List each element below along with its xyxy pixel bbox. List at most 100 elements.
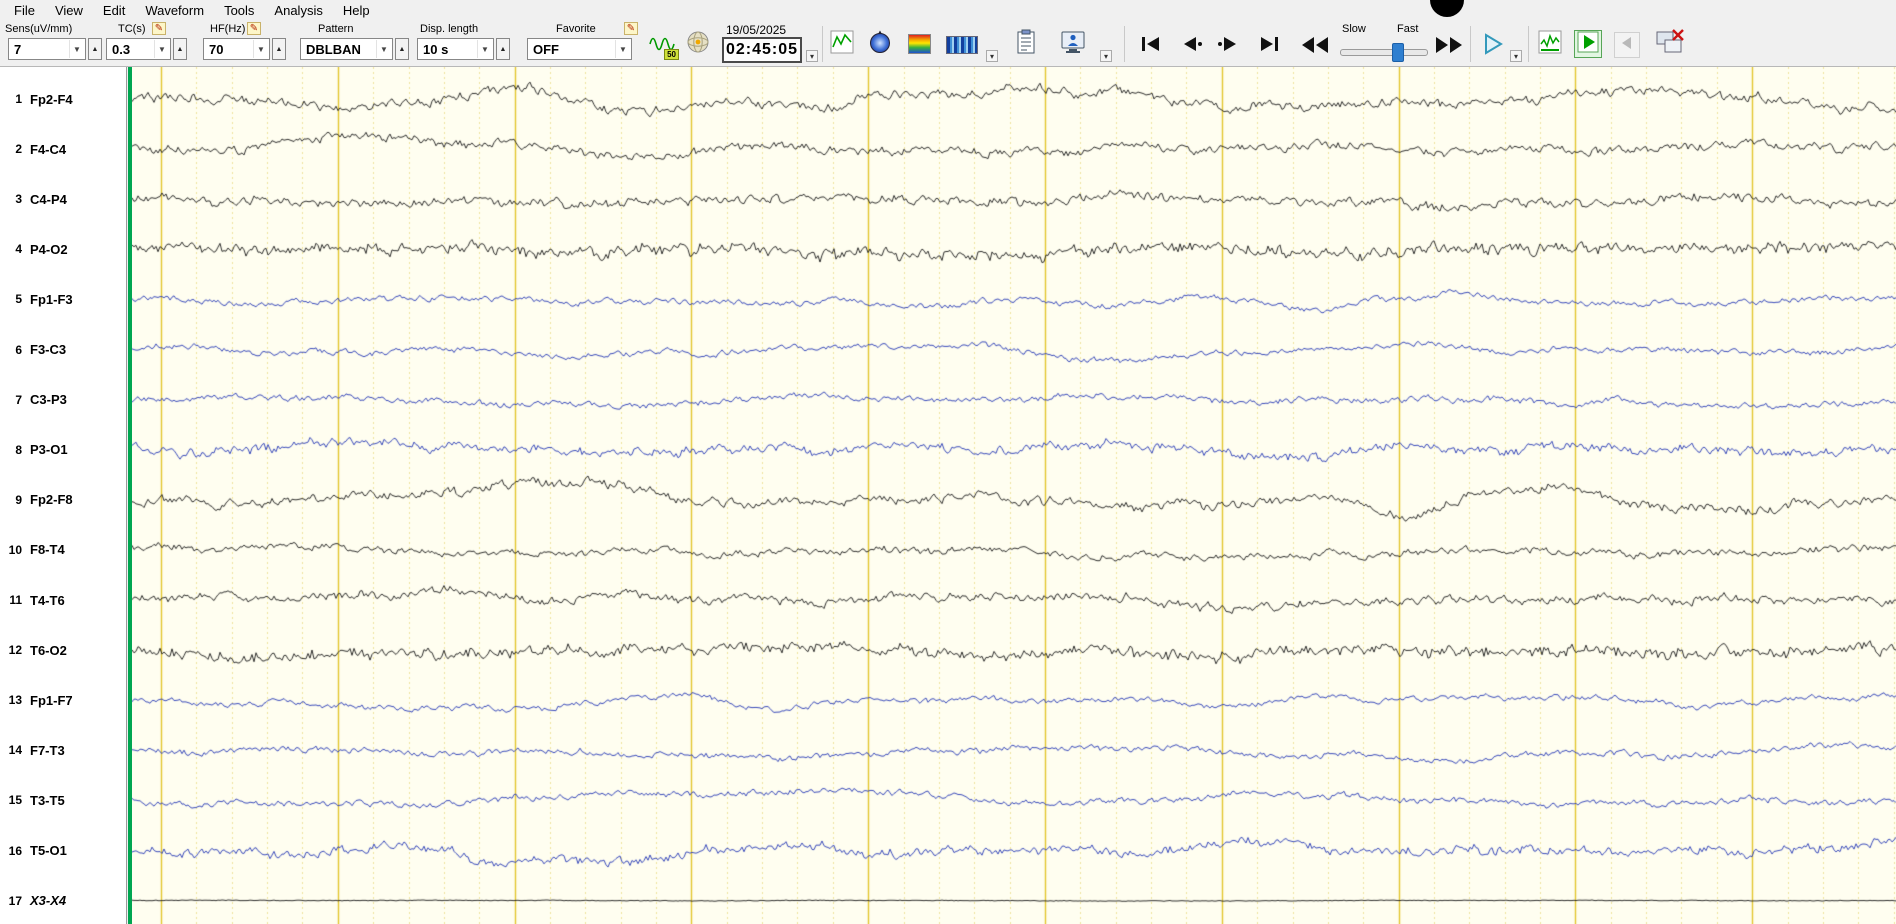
favorite-combobox[interactable]: OFF ▼ <box>527 38 632 60</box>
channel-row[interactable]: 6 F3-C3 <box>0 341 127 359</box>
dsa-bars-button[interactable] <box>944 33 980 57</box>
current-time: 02:45:05 <box>722 37 802 63</box>
channel-number: 9 <box>15 492 22 507</box>
channel-row[interactable]: 7 C3-P3 <box>0 391 127 409</box>
notch-frequency-badge: 50 <box>664 49 679 60</box>
photic-button[interactable] <box>684 30 712 58</box>
prev-disabled-icon <box>1618 34 1636 57</box>
speed-slider-track[interactable] <box>1340 49 1428 56</box>
channel-label: C4-P4 <box>30 191 67 207</box>
speed-fast-label: Fast <box>1397 23 1419 35</box>
chevron-down-icon[interactable]: ▼ <box>477 40 492 58</box>
pattern-label: Pattern <box>318 23 354 35</box>
chevron-down-icon[interactable]: ▼ <box>253 40 268 58</box>
page-forward-button[interactable] <box>1214 33 1242 59</box>
more-options-button[interactable]: ▾ <box>806 50 818 62</box>
hf-spinner-up[interactable]: ▲ <box>272 38 286 60</box>
skip-start-icon <box>1139 34 1163 59</box>
prev-event-button[interactable] <box>1614 32 1640 58</box>
channel-label: F3-C3 <box>30 342 67 357</box>
channel-label: T3-T5 <box>30 792 65 808</box>
channel-row[interactable]: 9 Fp2-F8 <box>0 491 127 509</box>
page-back-button[interactable] <box>1178 33 1206 59</box>
sens-combobox[interactable]: 7 ▼ <box>8 38 86 60</box>
menu-help[interactable]: Help <box>333 2 380 19</box>
play-button[interactable] <box>1478 32 1508 60</box>
dsa-bars-icon <box>946 36 978 54</box>
menu-tools[interactable]: Tools <box>214 2 264 19</box>
disp-length-combobox[interactable]: 10 s ▼ <box>417 38 494 60</box>
rewind-button[interactable] <box>1298 34 1332 60</box>
channel-number: 10 <box>8 542 22 557</box>
trend-chart-button[interactable] <box>828 30 856 58</box>
color-map-icon <box>907 34 931 54</box>
tc-combobox[interactable]: 0.3 ▼ <box>106 38 171 60</box>
menu-waveform[interactable]: Waveform <box>135 2 214 19</box>
channel-row[interactable]: 5 Fp1-F3 <box>0 290 127 308</box>
pattern-combobox[interactable]: DBLBAN ▼ <box>300 38 393 60</box>
channel-row[interactable]: 11 T4-T6 <box>0 591 127 609</box>
close-tool-button[interactable] <box>1652 28 1688 60</box>
channel-row[interactable]: 15 T3-T5 <box>0 791 127 809</box>
channel-number: 11 <box>9 593 22 607</box>
channel-row[interactable]: 1 Fp2-F4 <box>0 90 127 108</box>
chevron-down-icon[interactable]: ▼ <box>154 40 169 58</box>
speed-slow-label: Slow <box>1342 23 1366 35</box>
channel-row[interactable]: 14 F7-T3 <box>0 741 127 759</box>
color-map-button[interactable] <box>905 31 933 57</box>
tc-edit-pencil-icon[interactable]: ✎ <box>152 22 166 35</box>
chevron-down-icon[interactable]: ▼ <box>615 40 630 58</box>
menu-view[interactable]: View <box>45 2 93 19</box>
channel-row[interactable]: 2 F4-C4 <box>0 140 127 158</box>
channel-number: 13 <box>8 693 22 708</box>
menu-analysis[interactable]: Analysis <box>264 2 332 19</box>
chevron-down-icon[interactable]: ▼ <box>376 40 391 58</box>
channel-row[interactable]: 16 T5-O1 <box>0 842 127 860</box>
chevron-down-icon[interactable]: ▼ <box>69 40 84 58</box>
menu-edit[interactable]: Edit <box>93 2 135 19</box>
overview-chart-button[interactable] <box>1536 30 1564 58</box>
eeg-waveform-canvas[interactable] <box>128 67 1896 924</box>
menu-bar: File View Edit Waveform Tools Analysis H… <box>0 0 1896 20</box>
tc-value: 0.3 <box>112 41 131 57</box>
channel-number: 2 <box>15 142 22 157</box>
sens-spinner-up[interactable]: ▲ <box>88 38 102 60</box>
toolbar-separator <box>1528 26 1529 62</box>
channel-number: 8 <box>15 442 22 457</box>
pattern-spinner-up[interactable]: ▲ <box>395 38 409 60</box>
close-tool-icon <box>1655 28 1685 61</box>
head-map-button[interactable] <box>866 30 894 58</box>
skip-to-start-button[interactable] <box>1136 33 1166 59</box>
channel-label: T4-T6 <box>30 592 65 608</box>
hf-edit-pencil-icon[interactable]: ✎ <box>247 22 261 35</box>
favorite-value: OFF <box>533 41 559 57</box>
hf-combobox[interactable]: 70 ▼ <box>203 38 270 60</box>
channel-row[interactable]: 12 T6-O2 <box>0 641 127 659</box>
channel-row[interactable]: 17 X3-X4 <box>0 892 127 910</box>
channel-number: 16 <box>8 843 22 858</box>
channel-label: Fp2-F4 <box>30 91 73 107</box>
speed-slider-thumb[interactable] <box>1392 43 1404 62</box>
channel-row[interactable]: 4 P4-O2 <box>0 240 127 258</box>
menu-file[interactable]: File <box>4 2 45 19</box>
favorite-edit-pencil-icon[interactable]: ✎ <box>624 22 638 35</box>
fast-forward-button[interactable] <box>1432 34 1466 60</box>
more-options-button[interactable]: ▾ <box>986 50 998 62</box>
skip-to-end-button[interactable] <box>1254 33 1284 59</box>
notch-filter-button[interactable]: 50 <box>646 28 679 60</box>
channel-row[interactable]: 10 F8-T4 <box>0 541 127 559</box>
disp-length-spinner-up[interactable]: ▲ <box>496 38 510 60</box>
page-cursor-line <box>128 67 132 924</box>
channel-label: F7-T3 <box>30 742 65 758</box>
channel-row[interactable]: 13 Fp1-F7 <box>0 691 127 709</box>
tc-spinner-up[interactable]: ▲ <box>173 38 187 60</box>
channel-row[interactable]: 8 P3-O1 <box>0 441 127 459</box>
more-options-button[interactable]: ▾ <box>1510 50 1522 62</box>
channel-row[interactable]: 3 C4-P4 <box>0 190 127 208</box>
video-camera-button[interactable] <box>1058 29 1088 59</box>
report-button[interactable] <box>1012 29 1040 59</box>
toolbar-separator <box>1124 26 1125 62</box>
channel-number: 12 <box>8 643 22 658</box>
auto-play-button[interactable] <box>1574 30 1602 58</box>
more-options-button[interactable]: ▾ <box>1100 50 1112 62</box>
